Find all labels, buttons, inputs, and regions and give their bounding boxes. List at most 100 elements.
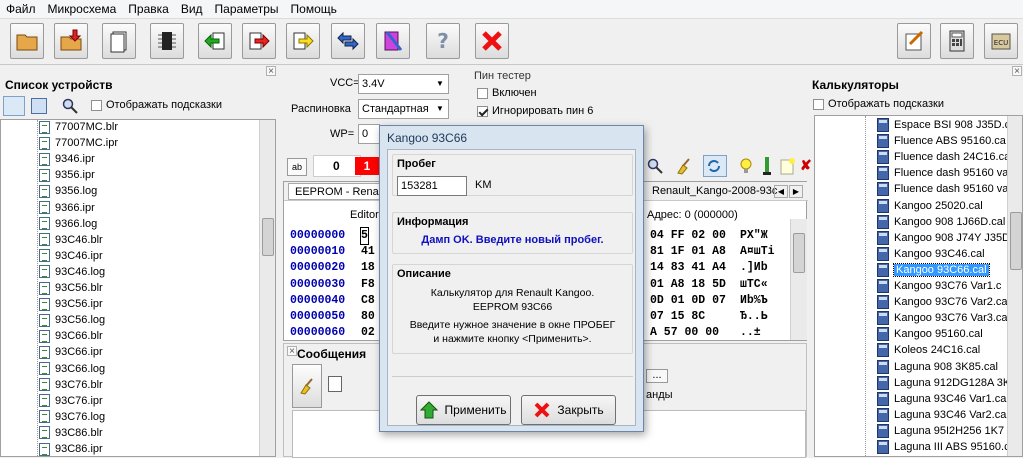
device-file-item[interactable]: 93C56.log — [39, 312, 105, 328]
write-button[interactable] — [242, 23, 276, 59]
hex-bytes[interactable]: A 57 00 00 — [650, 325, 719, 341]
hex-byte[interactable]: 18 — [361, 260, 375, 276]
tab-dump-file[interactable]: Renault_Kango-2008-93c — [648, 183, 781, 200]
calculator-item[interactable]: Kangoo 93C46.cal — [877, 246, 985, 262]
compare-button[interactable] — [331, 23, 365, 59]
device-file-item[interactable]: 9356.log — [39, 183, 97, 199]
calculator-button[interactable] — [940, 23, 974, 59]
calculator-item[interactable]: Laguna 908 3K85.cal — [877, 359, 998, 375]
calculator-item[interactable]: Kangoo 908 1J66D.cal — [877, 214, 1005, 230]
device-file-item[interactable]: 93C86.blr — [39, 425, 103, 441]
panel-close-icon[interactable]: × — [266, 66, 276, 77]
device-file-item[interactable]: 93C76.ipr — [39, 393, 103, 409]
hex-byte[interactable]: F8 — [361, 277, 375, 293]
save-log-icon[interactable] — [328, 376, 342, 392]
menu-file[interactable]: Файл — [0, 0, 42, 19]
close-button[interactable]: Закрыть — [521, 395, 616, 425]
hex-ascii[interactable]: ..± — [740, 325, 761, 341]
hex-byte[interactable]: C8 — [361, 293, 375, 309]
wp-select[interactable]: 0 — [358, 124, 380, 144]
hex-bytes[interactable]: 14 83 41 A4 — [650, 260, 726, 276]
device-file-item[interactable]: 93C56.ipr — [39, 296, 103, 312]
calculator-item[interactable]: Kangoo 25020.cal — [877, 198, 983, 214]
calculator-item[interactable]: Laguna 93C46 Var2.ca — [877, 407, 1006, 423]
calculator-item[interactable]: Kangoo 95160.cal — [877, 326, 983, 342]
device-file-item[interactable]: 77007MC.blr — [39, 120, 118, 135]
calculator-item[interactable]: Fluence dash 24C16.ca — [877, 149, 1010, 165]
device-file-item[interactable]: 93C86.ipr — [39, 441, 103, 456]
calculator-item[interactable]: Espace BSI 908 J35D.c — [877, 117, 1010, 133]
search-icon[interactable] — [62, 98, 78, 114]
calculator-item[interactable]: Laguna III ABS 95160.c — [877, 439, 1010, 455]
new-document-button[interactable] — [102, 23, 136, 59]
notes-button[interactable] — [897, 23, 931, 59]
calculator-item[interactable]: Laguna 95I2H256 1K7 — [877, 423, 1004, 439]
device-file-item[interactable]: 93C76.log — [39, 409, 105, 425]
menu-chip[interactable]: Микросхема — [42, 0, 123, 19]
vcc-select[interactable]: 3.4V ▼ — [358, 74, 449, 94]
menu-view[interactable]: Вид — [175, 0, 209, 19]
calculator-item[interactable]: Laguna 93C46 Var1.ca — [877, 391, 1006, 407]
device-file-item[interactable]: 93C46.log — [39, 264, 105, 280]
save-folder-button[interactable] — [54, 23, 88, 59]
device-file-item[interactable]: 77007MC.ipr — [39, 135, 118, 151]
menu-edit[interactable]: Правка — [122, 0, 175, 19]
calculator-item[interactable]: Fluence dash 95160 va — [877, 181, 1008, 197]
device-file-item[interactable]: 93C66.blr — [39, 328, 103, 344]
device-file-item[interactable]: 93C56.blr — [39, 280, 103, 296]
calculator-item[interactable]: Fluence ABS 95160.ca — [877, 133, 1006, 149]
hex-ascii[interactable]: .]Иb — [740, 260, 768, 276]
clear-messages-button[interactable] — [292, 364, 322, 408]
apply-button[interactable]: Применить — [416, 395, 511, 425]
tree-view-button[interactable] — [3, 96, 25, 116]
marker-icon[interactable] — [760, 156, 774, 176]
hex-byte[interactable]: 41 — [361, 244, 375, 260]
read-button[interactable] — [198, 23, 232, 59]
erase-button[interactable] — [376, 23, 410, 59]
hex-bytes[interactable]: 0D 01 0D 07 — [650, 293, 726, 309]
enabled-checkbox[interactable]: Включен — [477, 87, 537, 99]
editor-scrollbar[interactable] — [790, 219, 807, 340]
menu-settings[interactable]: Параметры — [209, 0, 285, 19]
lightbulb-icon[interactable] — [738, 157, 754, 175]
pinout-select[interactable]: Стандартная ▼ — [358, 99, 449, 119]
tab-scroll-left-icon[interactable]: ◀ — [774, 185, 788, 198]
calculator-item[interactable]: Kangoo 93C76 Var3.ca — [877, 310, 1008, 326]
open-folder-button[interactable] — [10, 23, 44, 59]
text-mode-button[interactable]: ab — [287, 158, 307, 176]
refresh-button[interactable] — [703, 155, 727, 177]
device-file-item[interactable]: 93C66.log — [39, 361, 105, 377]
stop-button[interactable] — [475, 23, 509, 59]
broom-icon[interactable] — [675, 157, 693, 175]
show-hints-checkbox[interactable]: Отображать подсказки — [91, 99, 222, 111]
device-file-item[interactable]: 93C46.blr — [39, 232, 103, 248]
calculator-item[interactable]: Kangoo 93C76 Var2.ca — [877, 294, 1008, 310]
help-button[interactable]: ? — [426, 23, 460, 59]
panel-close-icon[interactable]: × — [1012, 66, 1022, 77]
verify-button[interactable] — [286, 23, 320, 59]
hex-bytes[interactable]: 07 15 8C — [650, 309, 705, 325]
hex-ascii[interactable]: шTC« — [740, 277, 768, 293]
tab-eeprom[interactable]: EEPROM - Rena — [288, 183, 386, 200]
ignore-pin6-checkbox[interactable]: Игнорировать пин 6 — [477, 105, 593, 117]
device-file-item[interactable]: 9356.ipr — [39, 167, 95, 183]
device-file-item[interactable]: 93C76.blr — [39, 377, 103, 393]
calculator-tree-scrollbar[interactable] — [1007, 116, 1022, 456]
browse-button[interactable]: ... — [646, 369, 668, 383]
search-icon[interactable] — [647, 158, 663, 174]
hex-byte[interactable]: 02 — [361, 325, 375, 341]
hex-ascii[interactable]: Ђ..Ь — [740, 309, 768, 325]
calculator-item[interactable]: Kangoo 93C66.cal — [877, 262, 990, 278]
hex-ascii[interactable]: Иb%Ъ — [740, 293, 768, 309]
calculator-item[interactable]: Koleos 24C16.cal — [877, 342, 980, 358]
device-file-item[interactable]: 9366.ipr — [39, 200, 95, 216]
hex-bytes[interactable]: 01 A8 18 5D — [650, 277, 726, 293]
calculator-item[interactable]: Kangoo 93C76 Var1.c — [877, 278, 1001, 294]
device-file-item[interactable]: 9346.ipr — [39, 151, 95, 167]
hex-ascii[interactable]: PX"Ж — [740, 228, 768, 244]
mileage-input[interactable]: 153281 — [397, 176, 467, 196]
hex-bytes[interactable]: 04 FF 02 00 — [650, 228, 726, 244]
device-file-item[interactable]: 93C66.ipr — [39, 344, 103, 360]
device-tree-scrollbar[interactable] — [259, 120, 275, 456]
calculator-item[interactable]: Fluence dash 95160 va — [877, 165, 1008, 181]
